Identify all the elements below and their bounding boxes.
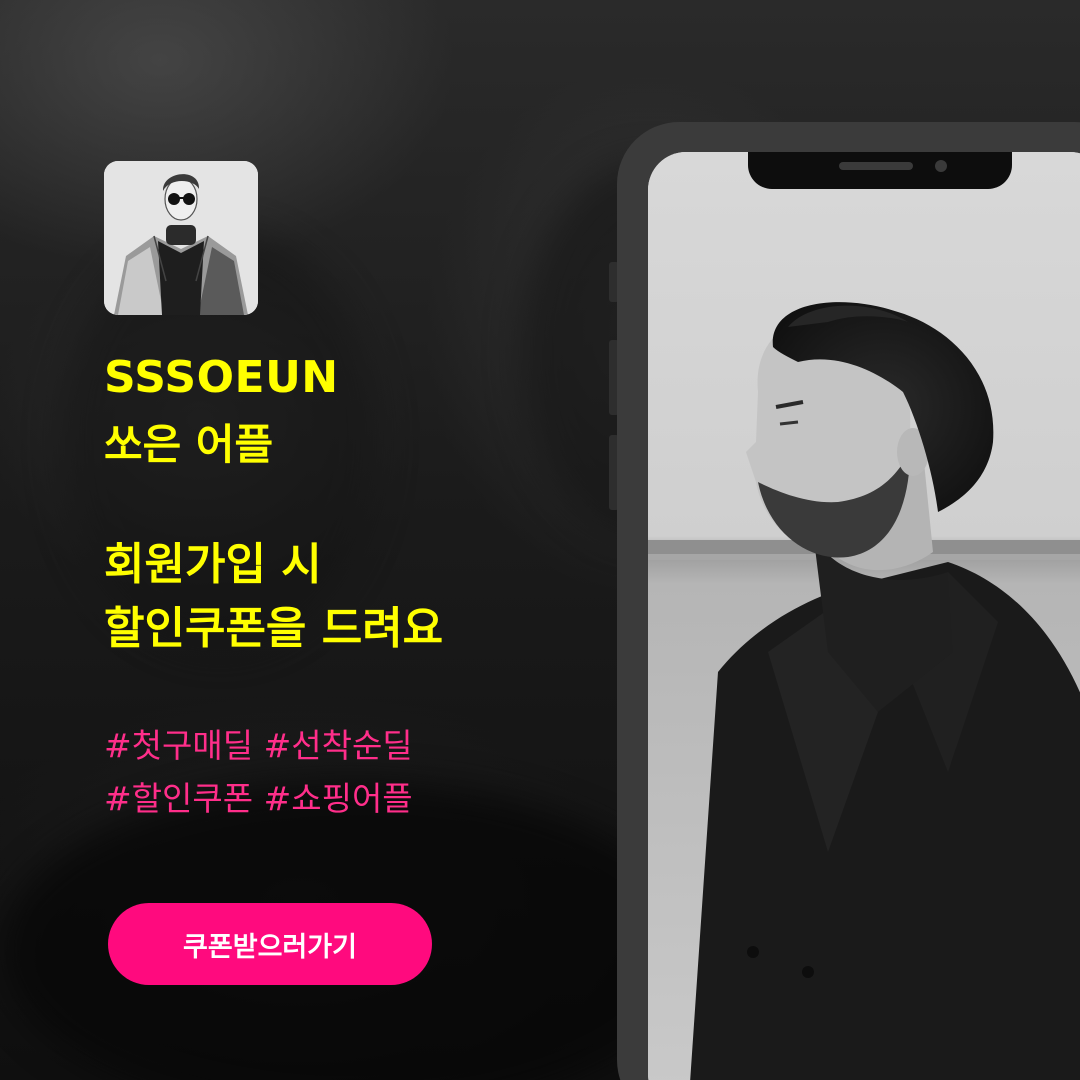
phone-screen bbox=[648, 152, 1080, 1080]
man-in-black-coat-photo-icon bbox=[648, 152, 1080, 1080]
app-avatar bbox=[104, 161, 258, 315]
brand-subtitle: 쏘은 어플 bbox=[104, 420, 274, 469]
hashtag-line-2: #할인쿠폰 #쇼핑어플 bbox=[104, 778, 413, 818]
promo-canvas: SSSOEUN 쏘은 어플 회원가입 시 할인쿠폰을 드려요 #첫구매딜 #선착… bbox=[0, 0, 1080, 1080]
hashtag-line-1: #첫구매딜 #선착순딜 bbox=[104, 726, 413, 765]
hashtags: #첫구매딜 #선착순딜 #할인쿠폰 #쇼핑어플 bbox=[104, 720, 413, 826]
headline-line-2: 할인쿠폰을 드려요 bbox=[104, 602, 444, 654]
get-coupon-button[interactable]: 쿠폰받으러가기 bbox=[108, 903, 432, 985]
promo-headline: 회원가입 시 할인쿠폰을 드려요 bbox=[104, 533, 443, 661]
fashion-illustration-avatar-icon bbox=[104, 161, 258, 315]
phone-camera bbox=[935, 160, 947, 172]
phone-notch bbox=[748, 152, 1012, 189]
phone-speaker bbox=[839, 162, 913, 170]
brand-name: SSSOEUN bbox=[104, 352, 339, 403]
headline-line-1: 회원가입 시 bbox=[104, 539, 322, 590]
